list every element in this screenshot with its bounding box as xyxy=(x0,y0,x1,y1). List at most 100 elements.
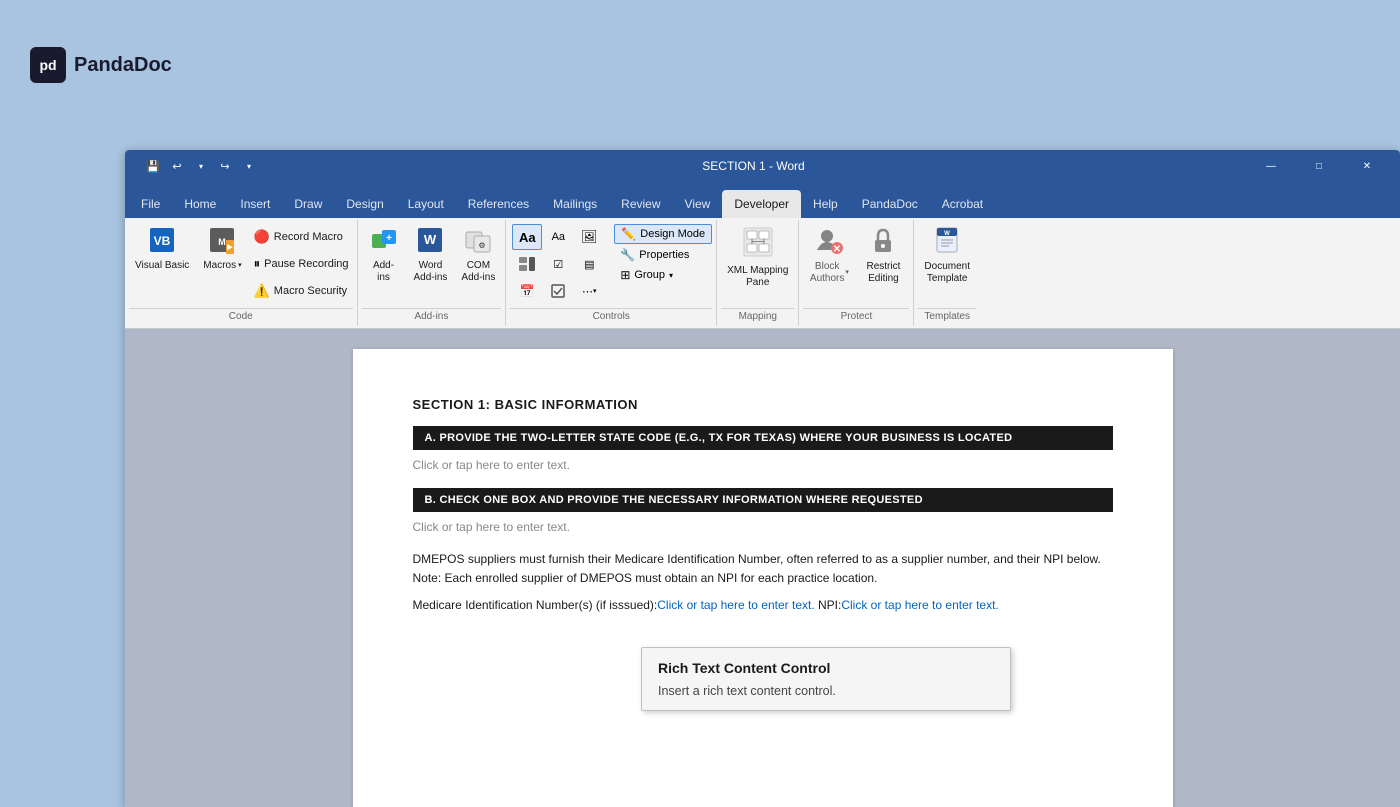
xml-mapping-pane-button[interactable]: XML MappingPane xyxy=(721,222,794,293)
building-block-gallery-button[interactable] xyxy=(512,251,542,277)
paragraph-1: DMEPOS suppliers must furnish their Medi… xyxy=(413,550,1113,588)
window-controls: — □ ✕ xyxy=(1248,150,1390,182)
checkbox-button[interactable] xyxy=(543,278,573,304)
undo-button[interactable]: ↩ xyxy=(167,156,187,176)
ribbon: VB Visual Basic M ▶ xyxy=(125,218,1400,329)
combo-box-button[interactable]: ☑ xyxy=(543,251,573,277)
tab-view[interactable]: View xyxy=(673,190,723,218)
design-mode-icon: ✏️ xyxy=(621,227,636,241)
tooltip-description: Insert a rich text content control. xyxy=(658,684,994,698)
design-mode-button[interactable]: ✏️ Design Mode xyxy=(614,224,712,244)
undo-dropdown[interactable]: ▾ xyxy=(191,156,211,176)
tab-developer[interactable]: Developer xyxy=(722,190,801,218)
tab-pandadoc[interactable]: PandaDoc xyxy=(850,190,930,218)
pandadoc-logo-text: PandaDoc xyxy=(74,54,172,77)
quick-access-toolbar: 💾 ↩ ▾ ↪ ▾ xyxy=(143,156,259,176)
add-ins-label: Add-ins xyxy=(373,260,394,284)
pandadoc-header: pd PandaDoc xyxy=(0,0,1400,130)
word-add-ins-label: WordAdd-ins xyxy=(414,260,448,284)
macros-icon: M ▶ xyxy=(208,226,236,258)
ribbon-tabs: File Home Insert Draw Design Layout Refe… xyxy=(125,182,1400,218)
macro-security-button[interactable]: ⚠️ Macro Security xyxy=(250,281,353,301)
tooltip-title: Rich Text Content Control xyxy=(658,660,994,676)
group-button[interactable]: ⊞ Group ▾ xyxy=(614,266,712,284)
svg-text:W: W xyxy=(424,232,437,247)
macro-security-icon: ⚠️ xyxy=(254,283,270,299)
macro-small-buttons: 🔴 Record Macro ⏸ Pause Recording ⚠️ Macr… xyxy=(250,222,353,306)
redo-button[interactable]: ↪ xyxy=(215,156,235,176)
para2-link2[interactable]: Click or tap here to enter text. xyxy=(841,598,998,612)
properties-icon: 🔧 xyxy=(620,248,635,262)
block-authors-button[interactable]: ✕ BlockAuthors ▾ xyxy=(803,222,855,289)
pandadoc-logo-icon: pd xyxy=(30,47,66,83)
macros-button[interactable]: M ▶ Macros ▾ xyxy=(197,222,247,276)
add-ins-icon: + xyxy=(370,226,398,258)
section-title: SECTION 1: BASIC INFORMATION xyxy=(413,397,1113,412)
paragraph-2: Medicare Identification Number(s) (if is… xyxy=(413,596,1113,615)
tab-insert[interactable]: Insert xyxy=(228,190,282,218)
addins-group-label: Add-ins xyxy=(362,308,502,324)
drop-down-list-button[interactable]: ▤ xyxy=(574,251,604,277)
question-b-placeholder[interactable]: Click or tap here to enter text. xyxy=(413,518,1113,536)
design-mode-label: Design Mode xyxy=(640,228,705,240)
more-controls-dropdown[interactable]: ⋯▾ xyxy=(574,278,604,304)
tab-file[interactable]: File xyxy=(129,190,172,218)
templates-group-label: Templates xyxy=(918,308,976,324)
ribbon-group-mapping: XML MappingPane Mapping xyxy=(717,220,799,326)
record-macro-icon: 🔴 xyxy=(254,229,270,245)
plain-text-control-button[interactable]: Aa xyxy=(543,224,573,250)
ribbon-group-templates: W DocumentTemplate Templates xyxy=(914,220,980,326)
svg-text:▶: ▶ xyxy=(227,244,234,251)
rich-text-control-button[interactable]: Aa xyxy=(512,224,542,250)
block-authors-icon: ✕ xyxy=(815,226,843,259)
visual-basic-icon: VB xyxy=(148,226,176,258)
pandadoc-logo: pd PandaDoc xyxy=(30,47,172,83)
customize-quick-access[interactable]: ▾ xyxy=(239,156,259,176)
maximize-button[interactable]: □ xyxy=(1296,150,1342,182)
restrict-editing-label: RestrictEditing xyxy=(866,261,900,285)
svg-text:+: + xyxy=(386,233,392,244)
mapping-group-content: XML MappingPane xyxy=(721,222,794,306)
controls-icon-grid: Aa Aa 🖼 ☑ ▤ 📅 xyxy=(510,222,610,306)
block-authors-label: BlockAuthors ▾ xyxy=(810,261,849,285)
picture-content-control-button[interactable]: 🖼 xyxy=(574,224,604,250)
para2-mid-text: NPI: xyxy=(815,598,842,612)
question-a-header: A. PROVIDE THE TWO-LETTER STATE CODE (E.… xyxy=(413,426,1113,450)
tab-draw[interactable]: Draw xyxy=(282,190,334,218)
word-add-ins-button[interactable]: W WordAdd-ins xyxy=(408,222,454,288)
document-template-button[interactable]: W DocumentTemplate xyxy=(918,222,976,289)
add-ins-button[interactable]: + Add-ins xyxy=(362,222,406,288)
title-bar: 💾 ↩ ▾ ↪ ▾ SECTION 1 - Word — □ ✕ xyxy=(125,150,1400,182)
tab-mailings[interactable]: Mailings xyxy=(541,190,609,218)
tab-design[interactable]: Design xyxy=(334,190,395,218)
properties-button[interactable]: 🔧 Properties xyxy=(614,246,712,264)
ribbon-group-addins: + Add-ins W WordAdd-ins xyxy=(358,220,507,326)
pause-recording-button[interactable]: ⏸ Pause Recording xyxy=(250,254,353,274)
date-picker-button[interactable]: 📅 xyxy=(512,278,542,304)
ribbon-group-code: VB Visual Basic M ▶ xyxy=(125,220,358,326)
para2-link1[interactable]: Click or tap here to enter text. xyxy=(657,598,814,612)
pause-recording-icon: ⏸ xyxy=(254,256,261,272)
com-add-ins-button[interactable]: ⚙ COMAdd-ins xyxy=(455,222,501,288)
question-a-placeholder[interactable]: Click or tap here to enter text. xyxy=(413,456,1113,474)
save-button[interactable]: 💾 xyxy=(143,156,163,176)
tab-help[interactable]: Help xyxy=(801,190,850,218)
code-group-content: VB Visual Basic M ▶ xyxy=(129,222,353,306)
record-macro-button[interactable]: 🔴 Record Macro xyxy=(250,227,353,247)
para2-start-text: Medicare Identification Number(s) (if is… xyxy=(413,598,658,612)
protect-group-content: ✕ BlockAuthors ▾ xyxy=(803,222,909,306)
svg-text:✕: ✕ xyxy=(833,244,841,254)
visual-basic-button[interactable]: VB Visual Basic xyxy=(129,222,195,276)
restrict-editing-button[interactable]: RestrictEditing xyxy=(857,222,909,289)
close-button[interactable]: ✕ xyxy=(1344,150,1390,182)
word-window: 💾 ↩ ▾ ↪ ▾ SECTION 1 - Word — □ ✕ File Ho… xyxy=(125,150,1400,807)
tab-acrobat[interactable]: Acrobat xyxy=(930,190,995,218)
properties-label: Properties xyxy=(639,249,689,261)
document-template-label: DocumentTemplate xyxy=(924,261,970,285)
tab-layout[interactable]: Layout xyxy=(396,190,456,218)
tab-review[interactable]: Review xyxy=(609,190,672,218)
tab-references[interactable]: References xyxy=(456,190,541,218)
tab-home[interactable]: Home xyxy=(172,190,228,218)
minimize-button[interactable]: — xyxy=(1248,150,1294,182)
svg-text:W: W xyxy=(944,231,950,237)
